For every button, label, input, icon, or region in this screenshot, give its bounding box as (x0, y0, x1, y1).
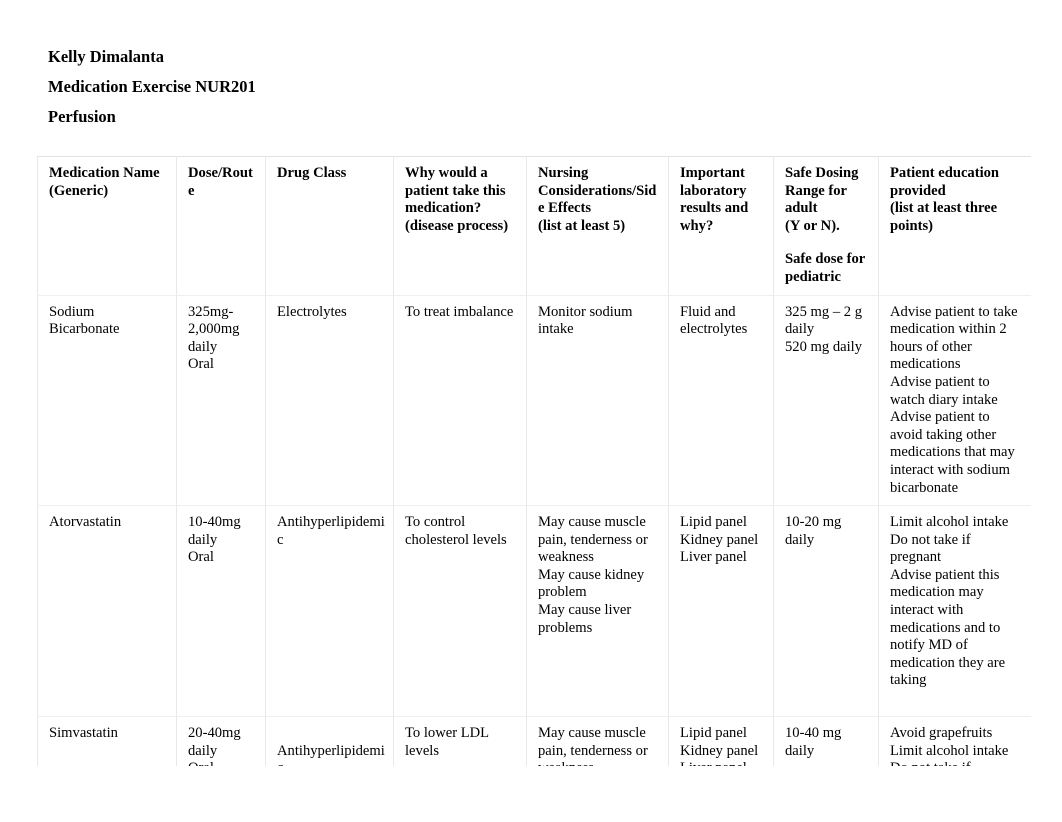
cell-patient-education: Limit alcohol intake Do not take if preg… (878, 505, 1031, 718)
cell-dose-route: 10-40mg daily Oral (176, 505, 266, 718)
table-row: Atorvastatin 10-40mg daily Oral Antihype… (37, 505, 1031, 718)
column-header-labs-text: Important laboratory results and why? (680, 165, 749, 234)
column-header-drug-class: Drug Class (265, 156, 394, 296)
cell-drug-class: Antihyperlipidemic (265, 505, 394, 718)
drug-class-text: Antihyperlipidemic (277, 742, 385, 766)
cell-drug-class: Antihyperlipidemic (265, 716, 394, 766)
medication-table: Medication Name (Generic) Dose/Route Dru… (37, 156, 1031, 766)
why-take-text: To lower LDL levels (405, 725, 489, 759)
column-header-patient-education-text: Patient education provided (list at leas… (890, 165, 1000, 234)
cell-medication-name: Simvastatin (37, 716, 177, 766)
dose-route-text: 20-40mg daily Oral (188, 725, 241, 766)
table-row: Sodium Bicarbonate 325mg-2,000mg daily O… (37, 295, 1031, 507)
medication-name-text: Atorvastatin (49, 514, 122, 531)
medication-name-text: Sodium Bicarbonate (49, 303, 120, 338)
drug-class-text: Electrolytes (277, 303, 347, 320)
column-header-safe-dosing: Safe Dosing Range for adult (Y or N). Sa… (773, 156, 879, 296)
column-header-safe-dosing-adult-text: Safe Dosing Range for adult (Y or N). (785, 165, 859, 234)
column-header-safe-dosing-pediatric-text: Safe dose for pediatric (785, 251, 865, 285)
labs-text: Lipid panel Kidney panel Liver panel (680, 725, 759, 766)
labs-text: Lipid panel Kidney panel Liver panel (680, 514, 759, 566)
column-header-why-take-text: Why would a patient take this medication… (405, 165, 509, 234)
dose-route-text: 325mg-2,000mg daily Oral (188, 303, 240, 373)
cell-medication-name: Sodium Bicarbonate (37, 295, 177, 507)
nursing-considerations-text: May cause muscle pain, tenderness or wea… (538, 514, 648, 636)
cell-nursing-considerations: May cause muscle pain, tenderness or wea… (526, 505, 669, 718)
cell-safe-dosing: 10-20 mg daily (773, 505, 879, 718)
column-header-dose-route: Dose/Route (176, 156, 266, 296)
why-take-text: To treat imbalance (405, 303, 514, 320)
cell-medication-name: Atorvastatin (37, 505, 177, 718)
assignment-title: Medication Exercise NUR201 (48, 77, 256, 96)
why-take-text: To control cholesterol levels (405, 514, 507, 548)
column-header-nursing-considerations: Nursing Considerations/Side Effects (lis… (526, 156, 669, 296)
drug-class-text: Antihyperlipidemic (277, 514, 385, 548)
patient-education-text: Advise patient to take medication within… (890, 303, 1018, 496)
safe-dosing-text: 10-20 mg daily (785, 514, 842, 548)
cell-why-take: To lower LDL levels (393, 716, 527, 766)
column-header-why-take: Why would a patient take this medication… (393, 156, 527, 296)
cell-patient-education: Avoid grapefruits Limit alcohol intake D… (878, 716, 1031, 766)
document-heading: Kelly Dimalanta Medication Exercise NUR2… (48, 42, 748, 132)
column-header-medication-name-text: Medication Name (Generic) (49, 165, 160, 199)
cell-drug-class: Electrolytes (265, 295, 394, 507)
cell-safe-dosing: 325 mg – 2 g daily 520 mg daily (773, 295, 879, 507)
cell-dose-route: 20-40mg daily Oral (176, 716, 266, 766)
cell-nursing-considerations: May cause muscle pain, tenderness or wea… (526, 716, 669, 766)
safe-dosing-text: 10-40 mg daily (785, 725, 842, 759)
cell-patient-education: Advise patient to take medication within… (878, 295, 1031, 507)
nursing-considerations-text: Monitor sodium intake (538, 303, 633, 338)
cell-labs: Lipid panel Kidney panel Liver panel (668, 505, 774, 718)
column-header-dose-route-text: Dose/Route (188, 165, 253, 199)
column-header-medication-name: Medication Name (Generic) (37, 156, 177, 296)
cell-labs: Lipid panel Kidney panel Liver panel (668, 716, 774, 766)
cell-dose-route: 325mg-2,000mg daily Oral (176, 295, 266, 507)
column-header-labs: Important laboratory results and why? (668, 156, 774, 296)
topic-title: Perfusion (48, 107, 116, 126)
drug-class-leading-space (277, 725, 385, 743)
dose-route-text: 10-40mg daily Oral (188, 514, 241, 566)
nursing-considerations-text: May cause muscle pain, tenderness or wea… (538, 725, 648, 766)
column-header-nursing-considerations-text: Nursing Considerations/Side Effects (lis… (538, 165, 657, 234)
table-row: Simvastatin 20-40mg daily Oral Antihyper… (37, 716, 1031, 766)
column-header-patient-education: Patient education provided (list at leas… (878, 156, 1031, 296)
table-header-row: Medication Name (Generic) Dose/Route Dru… (37, 156, 1031, 296)
column-header-drug-class-text: Drug Class (277, 165, 347, 181)
patient-education-text: Avoid grapefruits Limit alcohol intake D… (890, 725, 1009, 766)
cell-why-take: To treat imbalance (393, 295, 527, 507)
labs-text: Fluid and electrolytes (680, 303, 748, 338)
cell-safe-dosing: 10-40 mg daily (773, 716, 879, 766)
medication-table-container: Medication Name (Generic) Dose/Route Dru… (37, 156, 1031, 766)
safe-dosing-text: 325 mg – 2 g daily 520 mg daily (785, 303, 863, 355)
cell-nursing-considerations: Monitor sodium intake (526, 295, 669, 507)
medication-name-text: Simvastatin (49, 725, 118, 742)
document-page: Kelly Dimalanta Medication Exercise NUR2… (0, 0, 1062, 822)
cell-why-take: To control cholesterol levels (393, 505, 527, 718)
patient-education-text: Limit alcohol intake Do not take if preg… (890, 514, 1009, 689)
cell-labs: Fluid and electrolytes (668, 295, 774, 507)
author-name: Kelly Dimalanta (48, 47, 164, 66)
